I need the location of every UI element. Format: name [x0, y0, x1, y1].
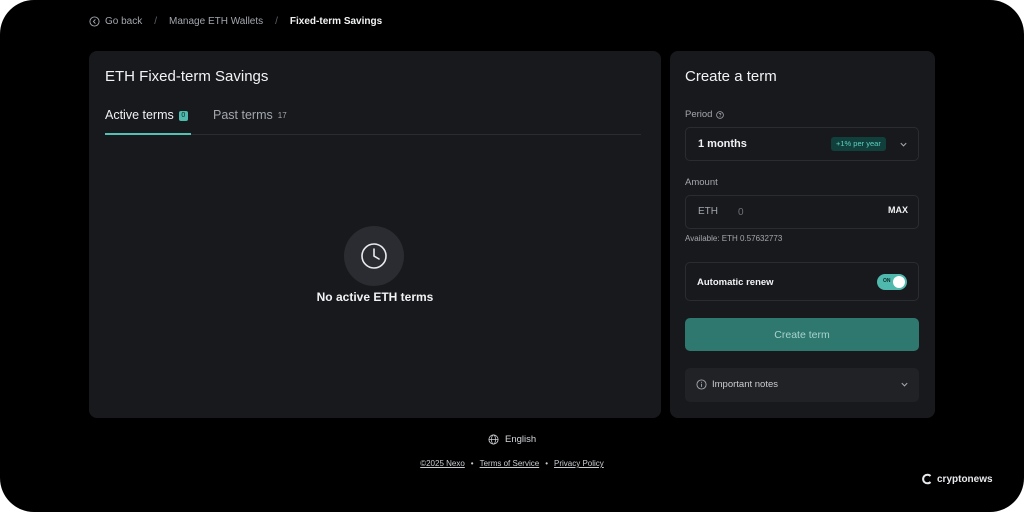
- breadcrumb-current: Fixed-term Savings: [289, 15, 383, 27]
- breadcrumb-separator: /: [275, 15, 278, 27]
- available-balance: Available: ETH 0.57632773: [685, 234, 782, 243]
- available-value: ETH 0.57632773: [721, 234, 783, 243]
- empty-state-message: No active ETH terms: [316, 290, 434, 304]
- available-label: Available:: [685, 234, 720, 243]
- footer-dot: •: [545, 459, 548, 468]
- create-term-button[interactable]: Create term: [685, 318, 919, 351]
- chevron-down-icon: [901, 382, 908, 387]
- auto-renew-label: Automatic renew: [697, 277, 774, 288]
- language-label: English: [505, 434, 537, 445]
- auto-renew-row: Automatic renew ON: [685, 262, 919, 301]
- active-count-badge: 0: [178, 111, 188, 121]
- page-title: ETH Fixed-term Savings: [105, 68, 269, 85]
- period-label-row: Period: [685, 109, 725, 120]
- important-notes-accordion[interactable]: Important notes: [685, 368, 919, 402]
- amount-currency: ETH: [698, 206, 718, 217]
- amount-label: Amount: [685, 177, 718, 188]
- toggle-knob: [893, 276, 905, 288]
- cryptonews-watermark: cryptonews: [921, 473, 993, 485]
- chevron-down-icon: [900, 142, 907, 147]
- language-selector[interactable]: English: [488, 434, 536, 445]
- tab-past-terms[interactable]: Past terms 17: [213, 108, 287, 135]
- go-back-label: Go back: [105, 15, 143, 27]
- globe-icon: [488, 434, 499, 445]
- tab-active-terms[interactable]: Active terms 0: [105, 108, 191, 135]
- app-frame: Go back / Manage ETH Wallets / Fixed-ter…: [0, 0, 1024, 512]
- copyright-link[interactable]: ©2025 Nexo: [420, 459, 465, 468]
- period-label: Period: [685, 109, 713, 120]
- tab-label: Active terms: [105, 108, 174, 122]
- watermark-label: cryptonews: [937, 473, 993, 485]
- amount-input[interactable]: [738, 203, 878, 221]
- arrow-left-circle-icon: [89, 15, 100, 27]
- amount-field: ETH MAX: [685, 195, 919, 229]
- footer-dot: •: [470, 459, 474, 468]
- breadcrumb-manage-wallets[interactable]: Manage ETH Wallets: [169, 16, 263, 27]
- max-button[interactable]: MAX: [888, 205, 908, 215]
- footer-links: ©2025 Nexo • Terms of Service • Privacy …: [0, 459, 1024, 468]
- info-icon: [696, 379, 707, 390]
- help-icon[interactable]: [716, 110, 725, 119]
- important-notes-label: Important notes: [712, 379, 779, 390]
- toggle-state: ON: [883, 278, 891, 284]
- create-term-title: Create a term: [685, 68, 777, 85]
- breadcrumb-separator: /: [154, 15, 158, 27]
- terms-of-service-link[interactable]: Terms of Service: [480, 459, 540, 468]
- terms-tabs: Active terms 0 Past terms 17: [105, 108, 641, 135]
- cryptonews-logo-icon: [922, 473, 932, 485]
- clock-icon: [361, 243, 387, 269]
- rate-badge: +1% per year: [831, 137, 886, 151]
- savings-panel: ETH Fixed-term Savings Active terms 0 Pa…: [89, 51, 661, 418]
- tab-label: Past terms: [213, 108, 273, 122]
- go-back-link[interactable]: Go back: [89, 16, 142, 27]
- empty-state-icon: [344, 226, 404, 286]
- period-value: 1 months: [698, 138, 747, 150]
- create-term-panel: Create a term Period 1 months +1% per ye…: [670, 51, 935, 418]
- breadcrumb: Go back / Manage ETH Wallets / Fixed-ter…: [89, 14, 382, 28]
- past-count: 17: [277, 111, 287, 120]
- period-select[interactable]: 1 months +1% per year: [685, 127, 919, 161]
- privacy-policy-link[interactable]: Privacy Policy: [554, 459, 604, 468]
- auto-renew-toggle[interactable]: ON: [877, 274, 907, 290]
